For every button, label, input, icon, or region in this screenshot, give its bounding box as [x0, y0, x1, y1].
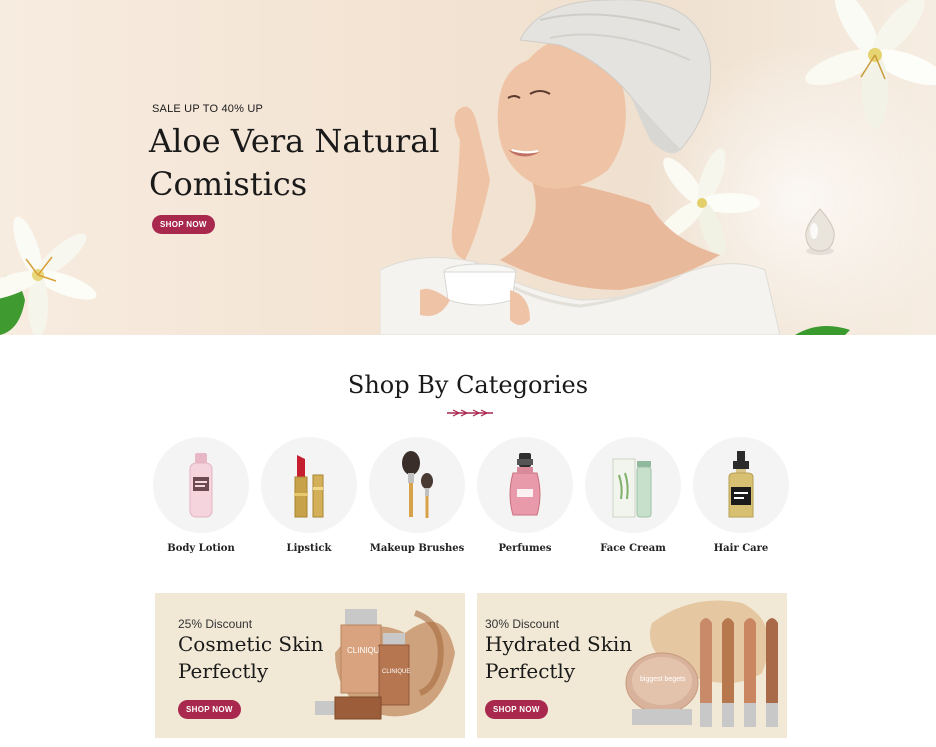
category-makeup-brushes[interactable]: Makeup Brushes: [369, 437, 465, 554]
brand-label: CLINIQUE: [382, 669, 410, 675]
category-lipstick[interactable]: Lipstick: [261, 437, 357, 554]
perfume-bottle-icon: [509, 453, 541, 516]
leaf-icon: [795, 326, 850, 335]
category-circle: [153, 437, 249, 533]
water-drop-icon: [805, 208, 835, 255]
categories-title: Shop By Categories: [347, 371, 589, 399]
category-circle: [369, 437, 465, 533]
hero-title: Aloe Vera Natural Comistics: [149, 120, 449, 206]
category-circle: [693, 437, 789, 533]
promo-banner-cosmetic[interactable]: CLINIQUE CLINIQUE 25% Discount Cosmetic …: [155, 593, 465, 738]
category-perfumes[interactable]: Perfumes: [477, 437, 573, 554]
promo-discount: 30% Discount: [485, 617, 560, 631]
hero-title-line2: Comistics: [149, 165, 308, 203]
hero-eyebrow: SALE UP TO 40% UP: [152, 103, 264, 115]
hero-shop-now-button[interactable]: SHOP NOW: [152, 215, 215, 234]
spray-bottle-icon: [728, 451, 754, 518]
promo-banner-hydrated[interactable]: biggest begets 30% Discount Hydrated Ski…: [477, 593, 787, 738]
category-hair-care[interactable]: Hair Care: [693, 437, 789, 554]
category-label: Perfumes: [498, 543, 552, 554]
promo-title: Cosmetic Skin Perfectly: [178, 631, 348, 685]
category-circle: [261, 437, 357, 533]
lotion-bottle-icon: [189, 453, 213, 518]
category-circle: [585, 437, 681, 533]
category-circle: [477, 437, 573, 533]
category-label: Makeup Brushes: [369, 543, 465, 554]
category-label: Hair Care: [713, 543, 769, 554]
lily-flower-icon: [0, 216, 97, 335]
hero-banner: SALE UP TO 40% UP Aloe Vera Natural Comi…: [0, 0, 936, 335]
promo-title-line1: Hydrated Skin: [485, 632, 633, 656]
lipstick-icon: [294, 455, 324, 518]
promo-title: Hydrated Skin Perfectly: [485, 631, 655, 685]
category-label: Face Cream: [600, 543, 666, 554]
promo-title-line1: Cosmetic Skin: [178, 632, 324, 656]
categories-list: Body Lotion Lipstick Makeup Brushes Perf…: [153, 437, 793, 557]
lily-flower-icon: [805, 0, 936, 129]
promo-shop-now-button[interactable]: SHOP NOW: [178, 700, 241, 719]
face-cream-icon: [612, 458, 652, 518]
category-body-lotion[interactable]: Body Lotion: [153, 437, 249, 554]
category-label: Body Lotion: [167, 543, 235, 554]
category-face-cream[interactable]: Face Cream: [585, 437, 681, 554]
promo-title-line2: Perfectly: [178, 659, 269, 683]
ornament-divider-icon: [447, 409, 493, 417]
makeup-brush-icon: [402, 451, 433, 518]
promo-title-line2: Perfectly: [485, 659, 576, 683]
category-label: Lipstick: [286, 543, 332, 554]
hero-title-line1: Aloe Vera Natural: [149, 122, 440, 160]
promo-discount: 25% Discount: [178, 617, 253, 631]
promo-shop-now-button[interactable]: SHOP NOW: [485, 700, 548, 719]
